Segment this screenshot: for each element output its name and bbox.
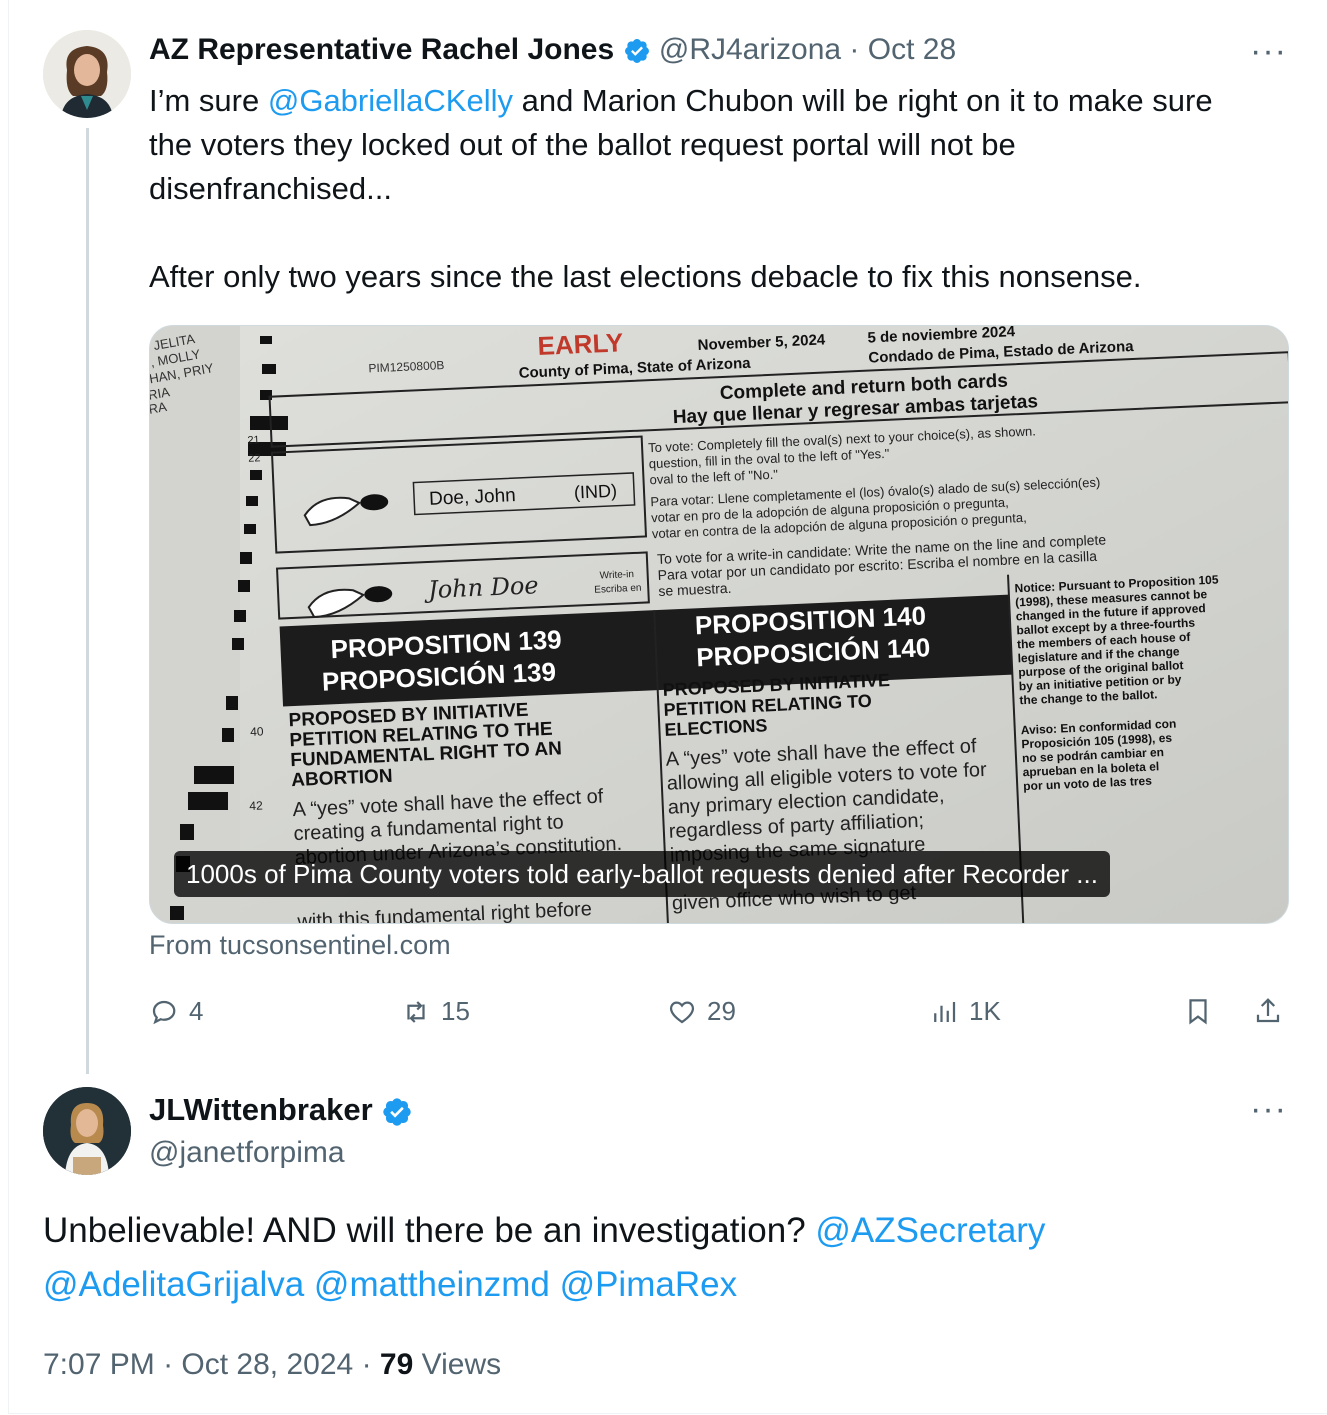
ballot-photo: JELITA, MOLLYHAN, PRIYRIARA PIM1250800B … — [150, 326, 1288, 923]
svg-text:(IND): (IND) — [574, 481, 618, 503]
heart-icon — [669, 1000, 695, 1023]
verified-badge-icon — [383, 1098, 411, 1126]
reply-count: 4 — [189, 996, 204, 1026]
mention-link[interactable]: @AZSecretary — [815, 1211, 1045, 1250]
author-handle[interactable]: @RJ4arizona — [659, 33, 841, 66]
profile-photo-icon — [43, 1087, 131, 1175]
svg-text:21: 21 — [247, 434, 260, 447]
avatar[interactable] — [43, 30, 131, 118]
svg-text:22: 22 — [248, 452, 261, 465]
repost-count: 15 — [441, 996, 470, 1026]
like-count: 29 — [707, 996, 736, 1026]
author-name[interactable]: JLWittenbraker — [149, 1092, 373, 1127]
repost-icon — [407, 1000, 425, 1023]
card-headline[interactable]: 1000s of Pima County voters told early-b… — [174, 851, 1110, 897]
svg-text:John Doe: John Doe — [423, 571, 540, 604]
tweet-date[interactable]: Oct 28 — [868, 33, 956, 66]
views-count: 1K — [969, 996, 1001, 1026]
separator: · — [849, 33, 860, 66]
separator: · — [163, 1348, 174, 1381]
profile-photo-icon — [43, 30, 131, 118]
views-button[interactable]: 1K — [929, 996, 1001, 1027]
mention-link[interactable]: @PimaRex — [560, 1265, 738, 1304]
tweet2-header: JLWittenbraker — [149, 1090, 413, 1130]
text-segment: Unbelievable! AND will there be an inves… — [43, 1211, 816, 1250]
mention-link[interactable]: @AdelitaGrijalva — [43, 1265, 304, 1304]
author-handle[interactable]: @janetforpima — [149, 1136, 345, 1170]
tweet-metadata: 7:07 PM · Oct 28, 2024 · 79 Views — [43, 1348, 501, 1382]
like-button[interactable]: 29 — [667, 996, 736, 1027]
mention-link[interactable]: @GabriellaCKelly — [268, 83, 513, 118]
tweet-date[interactable]: Oct 28, 2024 — [181, 1348, 353, 1381]
views-count: 79 — [379, 1348, 414, 1381]
tweet2-text: Unbelievable! AND will there be an inves… — [43, 1204, 1293, 1312]
avatar[interactable] — [43, 1087, 131, 1175]
share-button[interactable] — [1253, 996, 1283, 1026]
separator: · — [361, 1348, 372, 1381]
svg-text:EARLY: EARLY — [537, 327, 624, 361]
tweet-time[interactable]: 7:07 PM — [43, 1348, 155, 1381]
text-segment: I’m sure — [149, 83, 268, 118]
share-icon — [1256, 998, 1280, 1023]
svg-text:Write-in: Write-in — [599, 569, 634, 581]
svg-text:42: 42 — [249, 798, 263, 813]
bookmark-icon — [1189, 999, 1207, 1025]
analytics-icon — [934, 1001, 956, 1022]
author-name[interactable]: AZ Representative Rachel Jones — [149, 33, 614, 66]
svg-text:Doe, John: Doe, John — [429, 485, 516, 510]
svg-text:40: 40 — [250, 724, 264, 739]
card-source[interactable]: From tucsonsentinel.com — [149, 930, 451, 961]
svg-text:Escriba en: Escriba en — [594, 583, 642, 596]
reply-icon — [152, 1000, 176, 1024]
verified-badge-icon — [624, 39, 649, 64]
tweet1-text: I’m sure @GabriellaCKelly and Marion Chu… — [149, 79, 1259, 299]
mention-link[interactable]: @mattheinzmd — [314, 1265, 550, 1304]
more-options-icon[interactable]: ··· — [1250, 1092, 1287, 1126]
tweet1-header: AZ Representative Rachel Jones @RJ4arizo… — [149, 30, 956, 70]
text-paragraph: After only two years since the last elec… — [149, 259, 1142, 294]
repost-button[interactable]: 15 — [401, 996, 470, 1027]
link-card[interactable]: JELITA, MOLLY HAN, PRIY RIA RA PIM1250800B … — [149, 325, 1289, 924]
svg-text:se muestra.: se muestra. — [658, 580, 732, 599]
bookmark-button[interactable] — [1183, 996, 1213, 1026]
tweet-actions: 4 15 29 1K — [149, 996, 1287, 1036]
views-label: Views — [421, 1348, 502, 1381]
svg-text:ABORTION: ABORTION — [291, 766, 393, 791]
thread-connector — [86, 128, 89, 1074]
reply-button[interactable]: 4 — [149, 996, 203, 1027]
more-options-icon[interactable]: ··· — [1250, 34, 1287, 68]
